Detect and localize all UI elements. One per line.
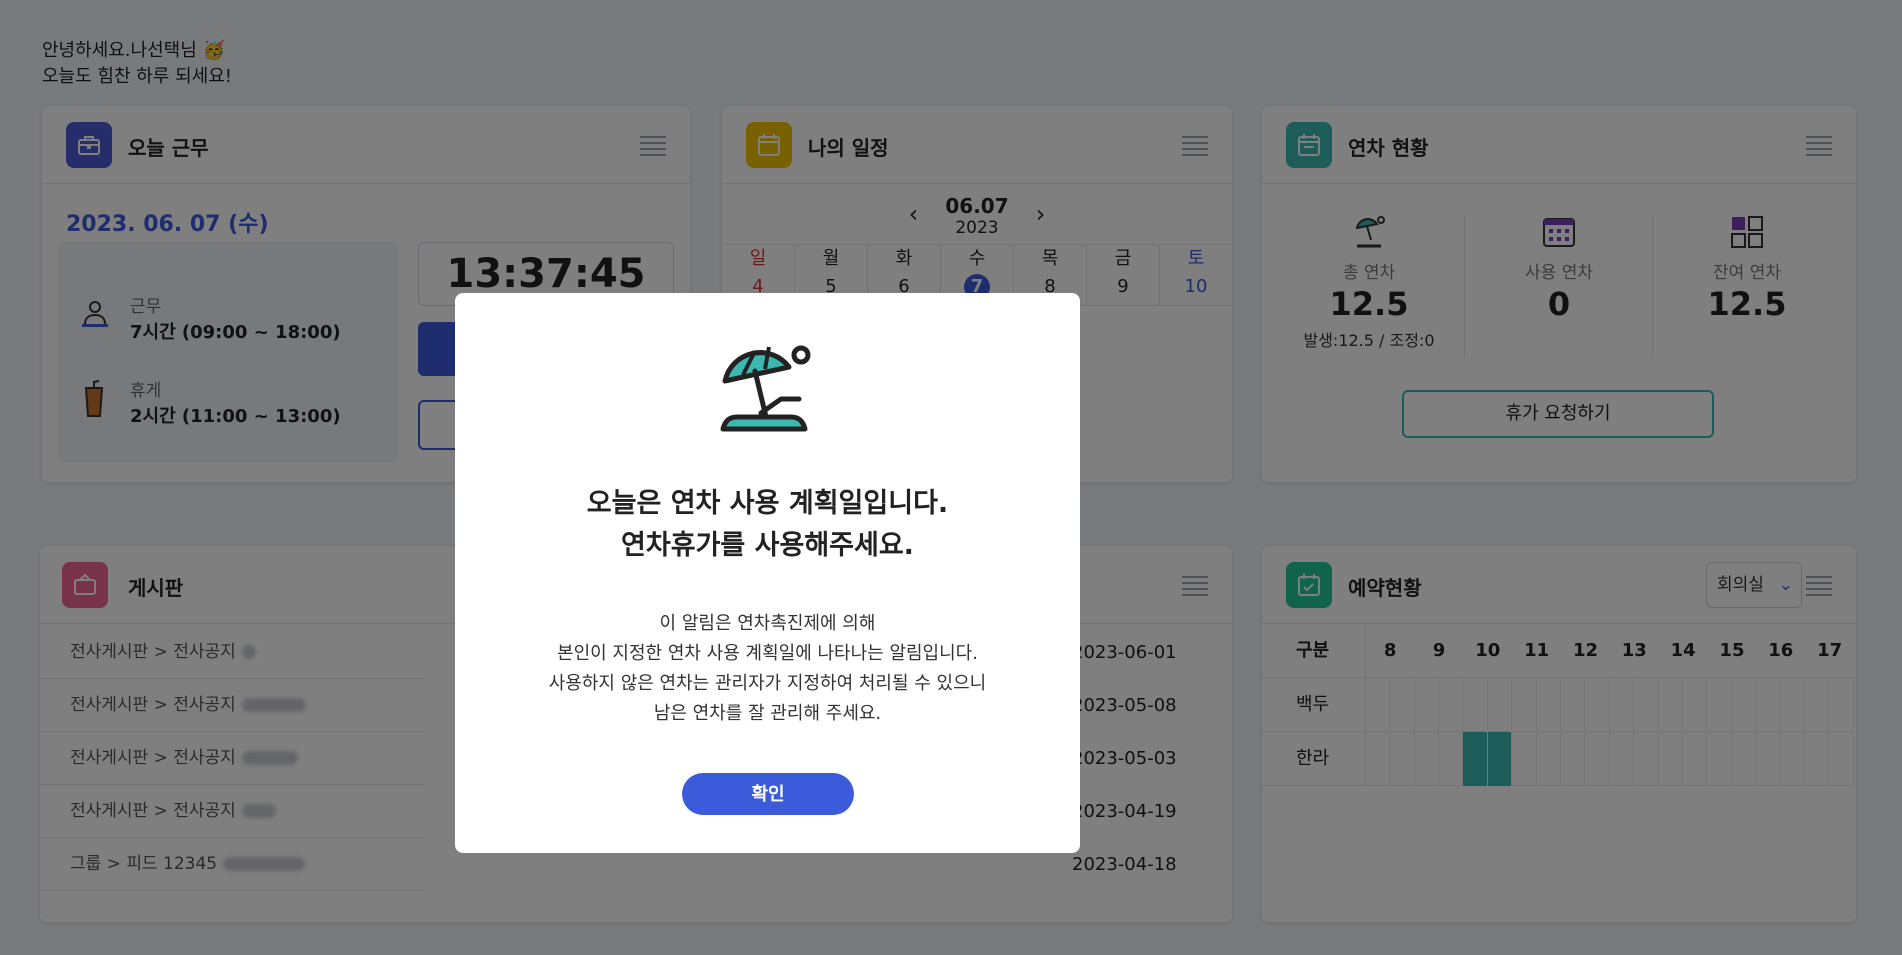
confirm-button[interactable]: 확인 xyxy=(682,773,854,815)
modal-body: 이 알림은 연차촉진제에 의해 본인이 지정한 연차 사용 계획일에 나타나는 … xyxy=(548,613,987,724)
leave-reminder-modal: 오늘은 연차 사용 계획일입니다. 연차휴가를 사용해주세요. 이 알림은 연차… xyxy=(455,293,1080,853)
modal-title: 오늘은 연차 사용 계획일입니다. 연차휴가를 사용해주세요. xyxy=(586,488,949,561)
beach-umbrella-icon xyxy=(717,341,817,441)
